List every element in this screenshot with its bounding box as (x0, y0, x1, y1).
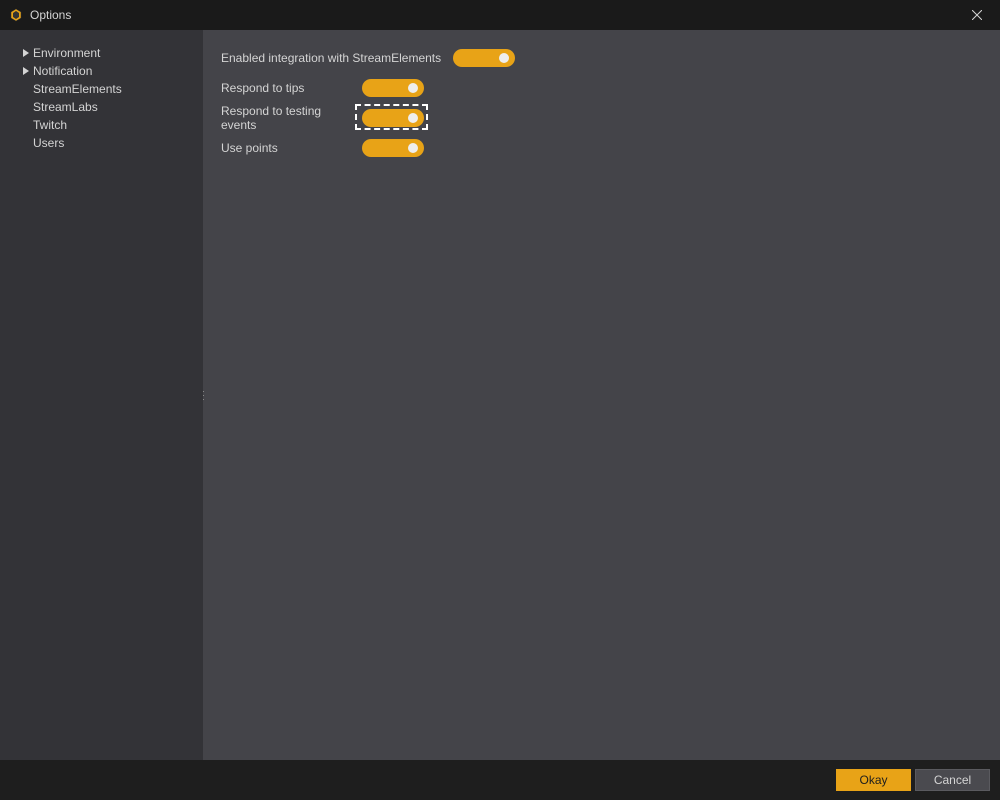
main-panel: Enabled integration with StreamElements … (203, 30, 1000, 760)
splitter-handle[interactable] (200, 385, 206, 405)
cancel-button[interactable]: Cancel (915, 769, 990, 791)
setting-row: Enabled integration with StreamElements (221, 48, 982, 68)
setting-row: Use points (221, 138, 982, 158)
chevron-right-icon (20, 47, 31, 58)
setting-label: Respond to tips (221, 81, 354, 95)
sidebar-item-label: Environment (33, 46, 100, 60)
close-button[interactable] (962, 0, 992, 30)
sidebar-item-environment[interactable]: Environment (0, 44, 203, 61)
sidebar-item-twitch[interactable]: Twitch (0, 116, 203, 133)
chevron-right-icon (20, 65, 31, 76)
setting-row: Respond to tips (221, 78, 982, 98)
setting-label: Enabled integration with StreamElements (221, 51, 441, 65)
sidebar-item-streamlabs[interactable]: StreamLabs (0, 98, 203, 115)
titlebar: Options (0, 0, 1000, 30)
toggle-respond-tips[interactable] (362, 79, 424, 97)
toggle-respond-testing-events[interactable] (362, 109, 424, 127)
toggle-enabled-integration[interactable] (453, 49, 515, 67)
app-icon (8, 7, 24, 23)
okay-button[interactable]: Okay (836, 769, 911, 791)
sidebar-item-label: Users (33, 136, 64, 150)
window-title: Options (30, 8, 71, 22)
sidebar-item-label: StreamElements (33, 82, 122, 96)
sidebar-item-label: StreamLabs (33, 100, 98, 114)
footer: Okay Cancel (0, 760, 1000, 800)
toggle-use-points[interactable] (362, 139, 424, 157)
setting-label: Respond to testing events (221, 104, 354, 132)
sidebar-item-notification[interactable]: Notification (0, 62, 203, 79)
sidebar: Environment Notification StreamElements … (0, 30, 203, 760)
setting-label: Use points (221, 141, 354, 155)
sidebar-item-users[interactable]: Users (0, 134, 203, 151)
setting-row: Respond to testing events (221, 108, 982, 128)
sidebar-item-label: Twitch (33, 118, 67, 132)
sidebar-item-streamelements[interactable]: StreamElements (0, 80, 203, 97)
sidebar-item-label: Notification (33, 64, 92, 78)
